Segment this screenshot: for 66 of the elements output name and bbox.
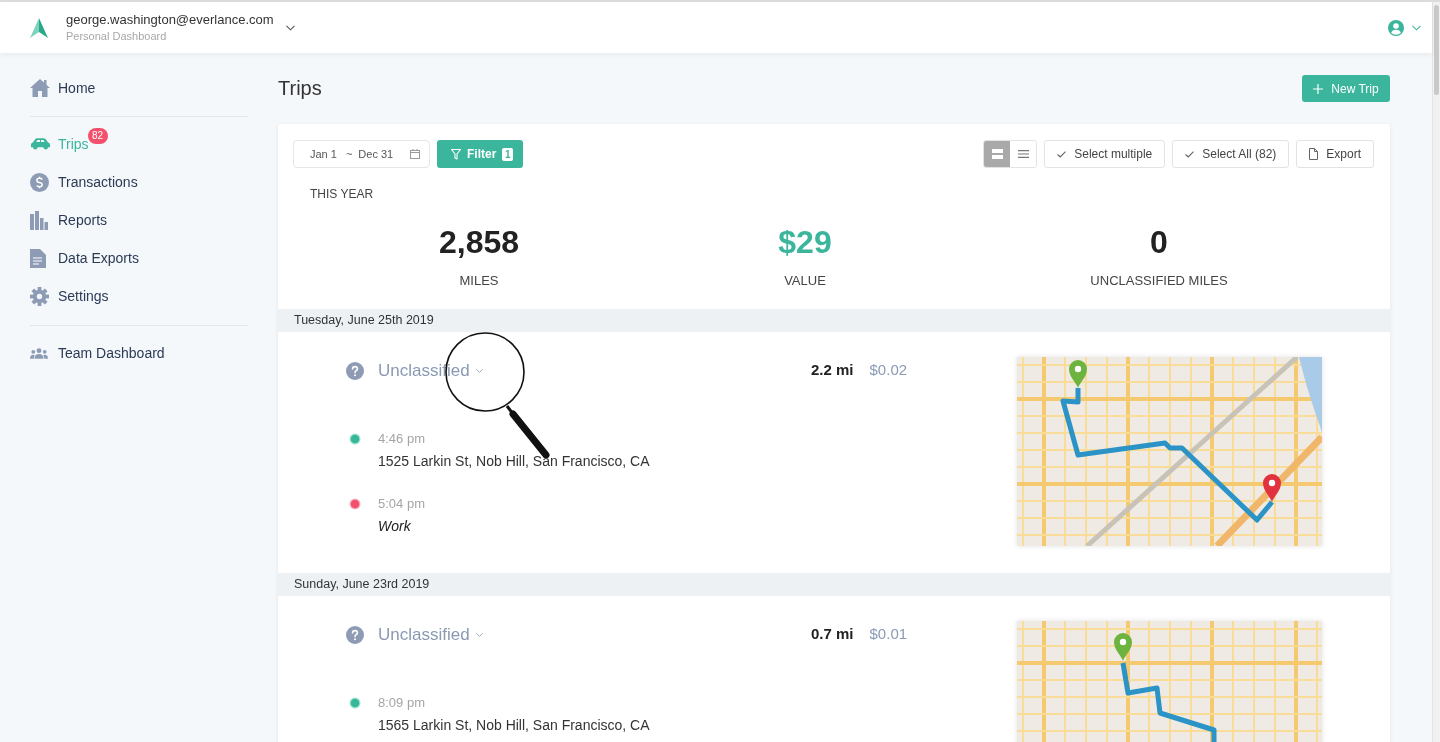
caret-icon[interactable]	[475, 632, 483, 638]
start-pin-icon	[1114, 633, 1132, 661]
count-badge: 82	[87, 128, 108, 144]
document-icon	[1309, 148, 1319, 160]
stat-value: 2,858	[438, 223, 520, 261]
settings-icon	[30, 286, 49, 306]
stat-label: VALUE	[784, 273, 826, 289]
sidebar-item[interactable]: Reports	[30, 201, 108, 239]
period-label: THIS YEAR	[309, 187, 375, 201]
check-icon	[1057, 150, 1067, 158]
select-all-button[interactable]: Select All (82)	[1172, 140, 1290, 168]
stop-time: 8:09 pm	[378, 694, 426, 712]
stop-address: 1565 Larkin St, Nob Hill, San Francisco, CA	[378, 716, 650, 735]
car-icon	[30, 138, 51, 150]
card-view-button[interactable]	[984, 141, 1011, 167]
sidebar-item[interactable]: Team Dashboard	[30, 334, 165, 372]
sidebar-item[interactable]: Settings	[30, 277, 109, 315]
account-subtitle: Personal Dashboard	[66, 30, 168, 43]
end-pin-icon	[1263, 474, 1281, 502]
caret-icon[interactable]	[1412, 24, 1421, 31]
page-title: Trips	[278, 77, 322, 100]
date-range-field[interactable]: Jan 1 ~ Dec 31	[293, 140, 430, 168]
stop-address: 1525 Larkin St, Nob Hill, San Francisco, CA	[378, 452, 650, 471]
trip-distance: 2.2 mi	[811, 360, 854, 378]
logo-icon[interactable]	[30, 17, 48, 38]
export-button[interactable]: Export	[1296, 140, 1374, 168]
user-avatar-icon[interactable]	[1388, 19, 1404, 36]
card-view-icon	[991, 149, 1003, 159]
list-view-icon	[1017, 150, 1029, 158]
plus-icon	[1313, 83, 1324, 94]
home-icon	[30, 79, 50, 97]
caret-icon[interactable]	[475, 368, 483, 374]
stat-label: MILES	[459, 273, 499, 289]
team-icon	[30, 347, 48, 359]
filter-icon	[451, 148, 461, 160]
sidebar-item[interactable]: Data Exports	[30, 239, 139, 277]
filter-count-badge: 1	[502, 147, 514, 161]
scrollbar[interactable]	[1432, 2, 1440, 742]
trip-distance: 0.7 mi	[811, 624, 854, 642]
trip-value: $0.02	[869, 360, 908, 378]
stop-time: 4:46 pm	[378, 430, 426, 448]
trip-value: $0.01	[869, 624, 908, 642]
dollar-icon	[30, 172, 49, 192]
check-icon	[1185, 150, 1195, 158]
start-dot-icon	[349, 697, 361, 709]
saved-place-name: Work	[378, 517, 412, 536]
start-dot-icon	[349, 433, 361, 445]
account-email[interactable]: george.washington@everlance.com	[66, 12, 274, 27]
sidebar-item[interactable]: Transactions	[30, 163, 138, 201]
bar-chart-icon	[30, 210, 48, 230]
question-circle-icon	[346, 362, 364, 380]
calendar-icon	[410, 149, 420, 159]
select-multiple-button[interactable]: Select multiple	[1044, 140, 1166, 168]
end-dot-icon	[349, 498, 361, 510]
sidebar-item[interactable]: Home	[30, 69, 96, 107]
document-icon	[30, 248, 46, 268]
stop-time: 5:04 pm	[378, 495, 425, 513]
stat-value: $29	[778, 223, 832, 261]
date-header: Tuesday, June 25th 2019	[278, 309, 1390, 332]
scrollbar-thumb[interactable]	[1434, 5, 1439, 95]
stat-value: 0	[1150, 223, 1168, 261]
stat-label: UNCLASSIFIED MILES	[1090, 273, 1228, 289]
start-pin-icon	[1069, 360, 1087, 388]
date-header: Sunday, June 23rd 2019	[278, 573, 1390, 596]
caret-icon[interactable]	[285, 24, 295, 31]
question-circle-icon	[346, 626, 364, 644]
